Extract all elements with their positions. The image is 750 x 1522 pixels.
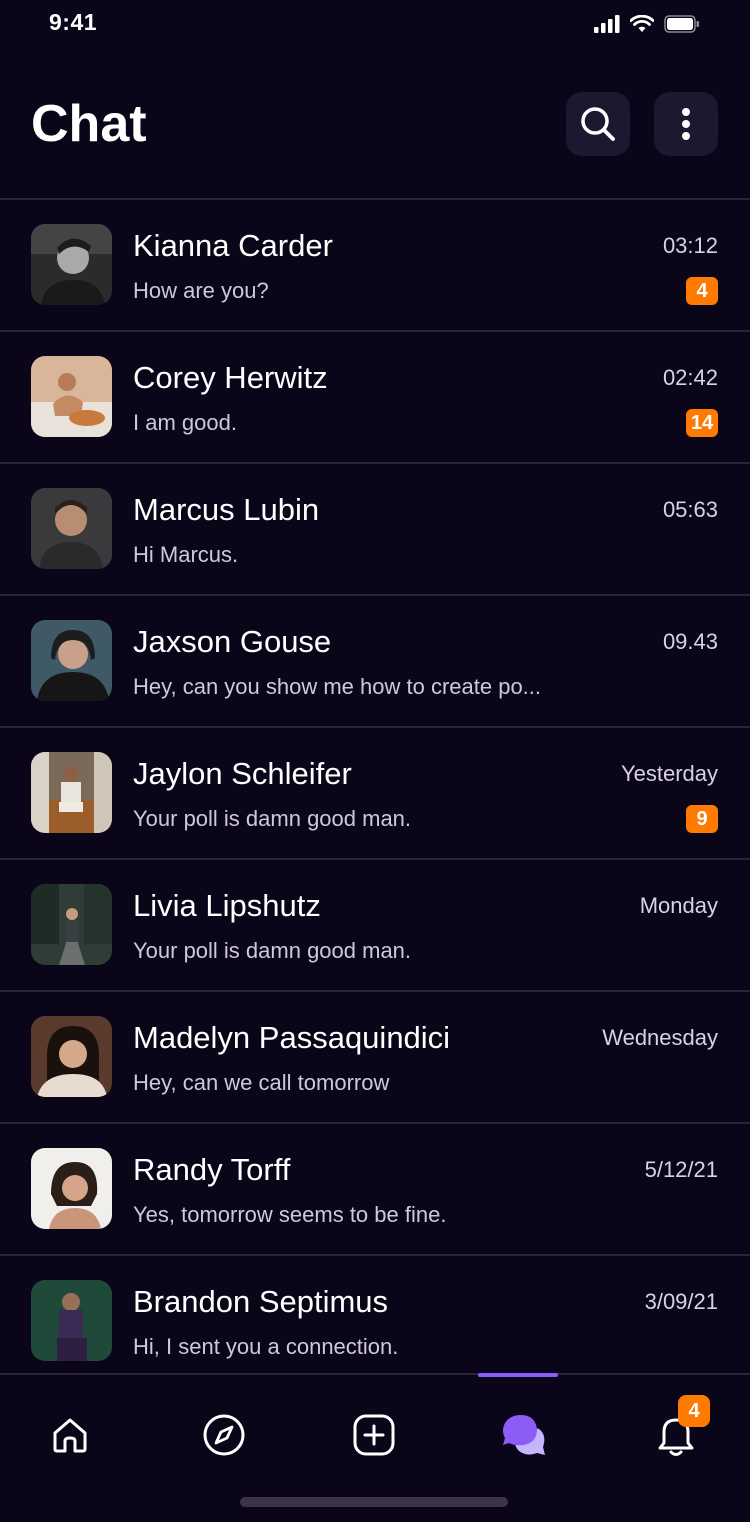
chat-name: Corey Herwitz [133, 360, 328, 395]
chat-row-madelyn-passaquindici[interactable]: Madelyn Passaquindici Hey, can we call t… [0, 992, 750, 1124]
chat-time: 05:63 [662, 497, 718, 522]
active-tab-indicator [478, 1373, 558, 1377]
chat-preview: Hi Marcus. [133, 542, 239, 567]
chat-name: Livia Lipshutz [133, 888, 321, 923]
avatar [31, 1016, 112, 1097]
tab-home[interactable] [40, 1405, 100, 1465]
chat-time: 02:42 [662, 365, 718, 390]
avatar [31, 224, 112, 305]
chat-preview: Yes, tomorrow seems to be fine. [133, 1202, 447, 1227]
chat-time: 03:12 [662, 233, 718, 258]
battery-icon [664, 15, 699, 33]
chat-name: Brandon Septimus [133, 1284, 389, 1319]
chat-row-jaylon-schleifer[interactable]: Jaylon Schleifer Your poll is damn good … [0, 728, 750, 860]
chat-row-corey-herwitz[interactable]: Corey Herwitz I am good. 02:42 14 [0, 332, 750, 464]
chat-row-jaxson-gouse[interactable]: Jaxson Gouse Hey, can you show me how to… [0, 596, 750, 728]
avatar [31, 620, 112, 701]
chat-row-kianna-carder[interactable]: Kianna Carder How are you? 03:12 4 [0, 200, 750, 332]
avatar [31, 356, 112, 437]
more-vertical-icon [682, 108, 690, 140]
more-options-button[interactable] [654, 92, 718, 156]
home-indicator [240, 1497, 508, 1507]
status-time: 9:41 [49, 9, 98, 35]
avatar [31, 884, 112, 965]
chat-time: 3/09/21 [644, 1289, 718, 1314]
chat-list[interactable]: Kianna Carder How are you? 03:12 4 Corey… [0, 200, 750, 1372]
chat-name: Kianna Carder [133, 228, 333, 263]
chat-name: Jaxson Gouse [133, 624, 332, 659]
chat-time: Wednesday [602, 1025, 718, 1050]
unread-badge: 9 [686, 805, 718, 833]
tab-create[interactable] [344, 1405, 404, 1465]
avatar [31, 1148, 112, 1229]
tab-explore[interactable] [194, 1405, 254, 1465]
add-square-icon [353, 1414, 395, 1456]
chat-time: 09.43 [662, 629, 718, 654]
avatar [31, 488, 112, 569]
chat-time: Monday [639, 893, 718, 918]
chat-time: Yesterday [620, 761, 718, 786]
status-icons [594, 14, 700, 34]
tab-chat[interactable] [494, 1405, 554, 1465]
chat-row-livia-lipshutz[interactable]: Livia Lipshutz Your poll is damn good ma… [0, 860, 750, 992]
chat-preview: Your poll is damn good man. [133, 806, 412, 831]
chat-preview: I am good. [133, 410, 237, 435]
chat-time: 5/12/21 [644, 1157, 718, 1182]
chat-preview: Hey, can we call tomorrow [133, 1070, 390, 1095]
search-button[interactable] [566, 92, 630, 156]
unread-badge: 4 [686, 277, 718, 305]
compass-icon [203, 1414, 245, 1456]
chat-preview: Your poll is damn good man. [133, 938, 412, 963]
unread-badge: 14 [686, 409, 718, 437]
avatar [31, 752, 112, 833]
signal-icon [594, 15, 620, 33]
status-bar: 9:41 [0, 0, 750, 50]
chat-row-marcus-lubin[interactable]: Marcus Lubin Hi Marcus. 05:63 [0, 464, 750, 596]
chat-preview: How are you? [133, 278, 269, 303]
chat-row-brandon-septimus[interactable]: Brandon Septimus Hi, I sent you a connec… [0, 1256, 750, 1372]
chat-bubbles-icon [503, 1415, 545, 1455]
chat-name: Jaylon Schleifer [133, 756, 352, 791]
chat-name: Randy Torff [133, 1152, 291, 1187]
header: Chat [0, 80, 750, 198]
page-title: Chat [31, 95, 147, 153]
wifi-icon [630, 15, 654, 32]
notifications-badge: 4 [678, 1395, 710, 1427]
search-icon [581, 107, 615, 141]
chat-preview: Hi, I sent you a connection. [133, 1334, 399, 1359]
chat-preview: Hey, can you show me how to create po... [133, 674, 542, 699]
avatar [31, 1280, 112, 1361]
chat-name: Madelyn Passaquindici [133, 1020, 451, 1055]
chat-name: Marcus Lubin [133, 492, 320, 527]
home-icon [53, 1418, 87, 1453]
chat-row-randy-torff[interactable]: Randy Torff Yes, tomorrow seems to be fi… [0, 1124, 750, 1256]
